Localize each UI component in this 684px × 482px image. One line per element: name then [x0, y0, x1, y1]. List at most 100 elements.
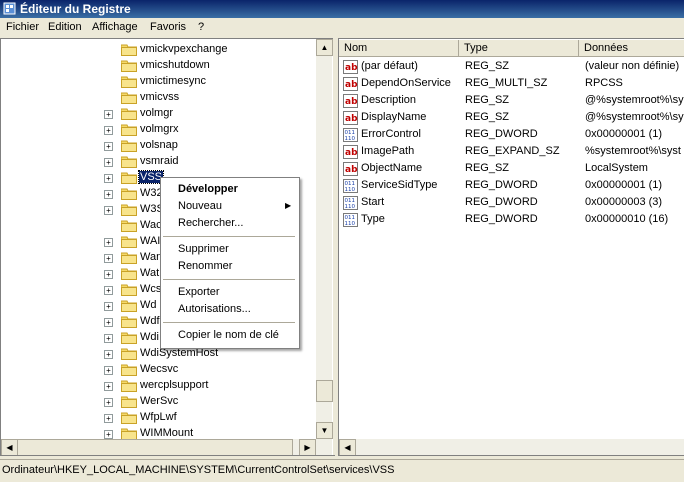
value-row[interactable]: ab DependOnService REG_MULTI_SZ RPCSS: [339, 75, 684, 92]
value-row[interactable]: 011 110 ServiceSidType REG_DWORD 0x00000001 …: [339, 177, 684, 194]
value-row[interactable]: ab Description REG_SZ @%systemroot%\sy: [339, 92, 684, 109]
folder-icon: [120, 203, 138, 217]
svg-text:ab: ab: [345, 80, 358, 90]
menu-edition[interactable]: Edition: [48, 21, 82, 33]
folder-icon: [120, 43, 138, 57]
ctx-renommer[interactable]: Renommer: [178, 260, 232, 272]
value-name: ErrorControl: [361, 128, 421, 140]
expand-plus-icon[interactable]: +: [104, 430, 113, 439]
values-list-pane[interactable]: Nom Type Données ab (par défaut) REG_SZ (va…: [338, 38, 684, 456]
expand-plus-icon[interactable]: +: [104, 254, 113, 263]
tree-node-label[interactable]: WAI: [139, 235, 161, 247]
expand-plus-icon[interactable]: +: [104, 414, 113, 423]
tree-node-label[interactable]: vmicshutdown: [139, 59, 211, 71]
scroll-thumb[interactable]: [316, 380, 333, 402]
value-row[interactable]: ab ImagePath REG_EXPAND_SZ %systemroot%\sys…: [339, 143, 684, 160]
svg-text:110: 110: [345, 221, 356, 227]
value-name: (par défaut): [361, 60, 418, 72]
string-value-icon: ab: [343, 145, 358, 159]
expand-plus-icon[interactable]: +: [104, 318, 113, 327]
scroll-left-arrow-icon[interactable]: ◀: [339, 439, 356, 455]
tree-vertical-scrollbar[interactable]: ▲ ▼: [316, 39, 333, 439]
tree-node-label[interactable]: vsmraid: [139, 155, 180, 167]
hscroll-thumb[interactable]: [17, 439, 293, 455]
tree-node-label[interactable]: Wecsvc: [139, 363, 179, 375]
ctx-supprimer[interactable]: Supprimer: [178, 243, 229, 255]
column-header-nom[interactable]: Nom: [339, 40, 459, 57]
expand-plus-icon[interactable]: +: [104, 270, 113, 279]
tree-horizontal-scrollbar[interactable]: ◀ ▶: [1, 439, 332, 455]
menu-favoris[interactable]: Favoris: [150, 21, 186, 33]
ctx-exporter[interactable]: Exporter: [178, 286, 220, 298]
expand-plus-icon[interactable]: +: [104, 190, 113, 199]
value-data: @%systemroot%\sy: [585, 94, 684, 106]
tree-node-label[interactable]: WIMMount: [139, 427, 194, 439]
binary-value-icon: 011 110: [343, 179, 358, 193]
ctx-copier-nom-cle[interactable]: Copier le nom de clé: [178, 329, 279, 341]
ctx-developper[interactable]: Développer: [178, 183, 238, 195]
tree-node-label[interactable]: WfpLwf: [139, 411, 178, 423]
menu-affichage[interactable]: Affichage: [92, 21, 138, 33]
folder-icon: [120, 315, 138, 329]
expand-plus-icon[interactable]: +: [104, 302, 113, 311]
ctx-rechercher[interactable]: Rechercher...: [178, 217, 243, 229]
expand-plus-icon[interactable]: +: [104, 158, 113, 167]
value-row[interactable]: 011 110 Type REG_DWORD 0x00000010 (16): [339, 211, 684, 228]
expand-plus-icon[interactable]: +: [104, 382, 113, 391]
expand-plus-icon[interactable]: +: [104, 334, 113, 343]
scroll-down-arrow-icon[interactable]: ▼: [316, 422, 333, 439]
expand-plus-icon[interactable]: +: [104, 110, 113, 119]
tree-node-label[interactable]: volsnap: [139, 139, 179, 151]
expand-plus-icon[interactable]: +: [104, 206, 113, 215]
tree-node-label[interactable]: vmickvpexchange: [139, 43, 228, 55]
folder-icon: [120, 331, 138, 345]
menu-separator: [163, 322, 295, 323]
ctx-autorisations[interactable]: Autorisations...: [178, 303, 251, 315]
tree-node-label[interactable]: vmictimesync: [139, 75, 207, 87]
value-row[interactable]: 011 110 ErrorControl REG_DWORD 0x00000001 (1…: [339, 126, 684, 143]
value-type: REG_DWORD: [465, 179, 538, 191]
list-horizontal-scrollbar[interactable]: ◀: [339, 439, 684, 455]
tree-node-label[interactable]: Wdi: [139, 331, 160, 343]
binary-value-icon: 011 110: [343, 196, 358, 210]
expand-plus-icon[interactable]: +: [104, 286, 113, 295]
menu-fichier[interactable]: Fichier: [6, 21, 39, 33]
value-data: 0x00000010 (16): [585, 213, 669, 225]
svg-text:110: 110: [345, 136, 356, 142]
folder-icon: [120, 299, 138, 313]
expand-plus-icon[interactable]: +: [104, 174, 113, 183]
string-value-icon: ab: [343, 111, 358, 125]
scroll-up-arrow-icon[interactable]: ▲: [316, 39, 333, 56]
expand-plus-icon[interactable]: +: [104, 350, 113, 359]
scroll-left-arrow-icon[interactable]: ◀: [1, 439, 18, 455]
tree-node-label[interactable]: volmgr: [139, 107, 174, 119]
binary-value-icon: 011 110: [343, 213, 358, 227]
value-data: (valeur non définie): [585, 60, 680, 72]
column-header-type[interactable]: Type: [459, 40, 579, 57]
folder-icon: [120, 107, 138, 121]
expand-plus-icon[interactable]: +: [104, 398, 113, 407]
value-row[interactable]: ab ObjectName REG_SZ LocalSystem: [339, 160, 684, 177]
ctx-nouveau[interactable]: Nouveau: [178, 200, 222, 212]
expand-plus-icon[interactable]: +: [104, 238, 113, 247]
tree-node-label[interactable]: wercplsupport: [139, 379, 209, 391]
tree-node-label[interactable]: Wdf: [139, 315, 161, 327]
column-header-donnees[interactable]: Données: [579, 40, 684, 57]
tree-node-label[interactable]: Wat: [139, 267, 160, 279]
scroll-right-arrow-icon[interactable]: ▶: [299, 439, 316, 455]
tree-node-label[interactable]: Wcs: [139, 283, 162, 295]
status-bar: Ordinateur\HKEY_LOCAL_MACHINE\SYSTEM\Cur…: [0, 459, 684, 482]
tree-node-label[interactable]: vmicvss: [139, 91, 180, 103]
tree-node-label[interactable]: WerSvc: [139, 395, 179, 407]
tree-node-label[interactable]: Wd: [139, 299, 158, 311]
menu-help[interactable]: ?: [198, 21, 204, 33]
value-data: 0x00000001 (1): [585, 128, 663, 140]
folder-icon: [120, 123, 138, 137]
expand-plus-icon[interactable]: +: [104, 126, 113, 135]
tree-node-label[interactable]: volmgrx: [139, 123, 180, 135]
expand-plus-icon[interactable]: +: [104, 366, 113, 375]
value-row[interactable]: 011 110 Start REG_DWORD 0x00000003 (3): [339, 194, 684, 211]
value-row[interactable]: ab (par défaut) REG_SZ (valeur non définie): [339, 58, 684, 75]
value-row[interactable]: ab DisplayName REG_SZ @%systemroot%\sy: [339, 109, 684, 126]
expand-plus-icon[interactable]: +: [104, 142, 113, 151]
